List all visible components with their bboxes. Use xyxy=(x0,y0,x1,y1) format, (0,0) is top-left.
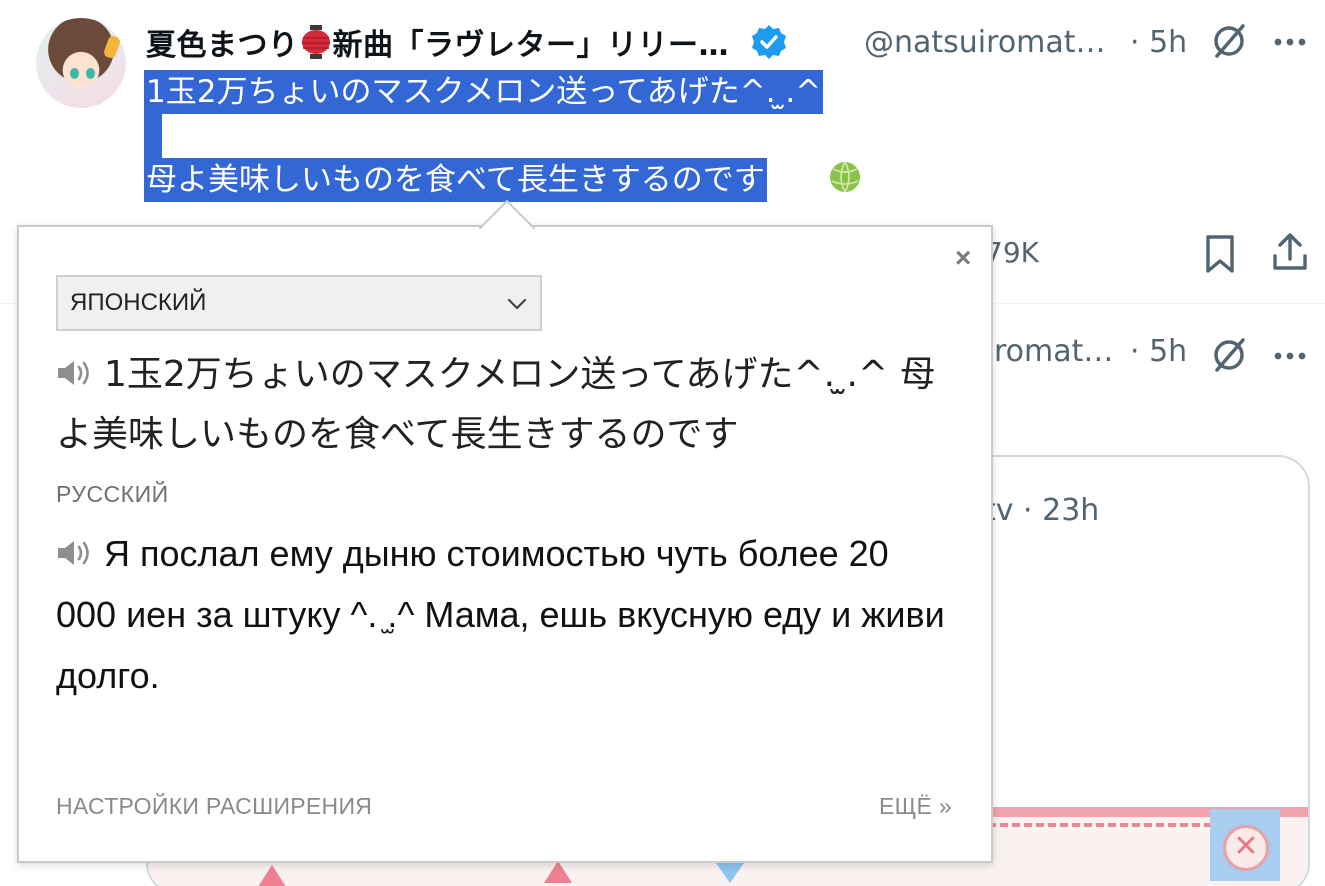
bookmark-icon[interactable] xyxy=(1200,234,1240,274)
views-count[interactable]: 79K xyxy=(985,236,1039,269)
speaker-icon[interactable] xyxy=(56,538,94,568)
tweet-time[interactable]: · 5h xyxy=(1130,20,1187,64)
close-circle-icon: ✕ xyxy=(1223,825,1269,871)
source-language-value: ЯПОНСКИЙ xyxy=(70,289,207,316)
speaker-icon[interactable] xyxy=(56,358,94,388)
verified-badge-icon[interactable] xyxy=(751,24,787,60)
extension-settings-link[interactable]: НАСТРОЙКИ РАСШИРЕНИЯ xyxy=(56,793,372,820)
tweet2-handle[interactable]: romat… xyxy=(994,334,1113,369)
tweet-text-line: 1玉2万ちょいのマスクメロン送ってあげた^. ̫.^ xyxy=(144,70,824,114)
tweet-text-blank-line xyxy=(144,114,162,158)
image-decoration xyxy=(258,865,286,886)
share-icon[interactable] xyxy=(1270,232,1310,272)
melon-emoji-icon xyxy=(830,161,860,193)
target-language-label: РУССКИЙ xyxy=(56,481,169,507)
grok-icon[interactable] xyxy=(1210,22,1248,60)
more-icon[interactable] xyxy=(1272,24,1308,60)
avatar-hair-clip xyxy=(102,34,122,60)
tweet-text-line-content: 母よ美味しいものを食べて長生きするのです xyxy=(146,162,765,198)
more-icon[interactable] xyxy=(1272,338,1308,374)
source-language-select[interactable]: ЯПОНСКИЙ xyxy=(56,275,542,331)
grok-icon[interactable] xyxy=(1210,336,1248,374)
tweet-handle[interactable]: @natsuiromat… xyxy=(864,20,1106,64)
tweet2-time[interactable]: · 5h xyxy=(1130,334,1187,369)
tweet-text-line-2: 母よ美味しいものを食べて長生きするのです xyxy=(144,158,767,202)
lantern-emoji-icon xyxy=(301,25,330,59)
more-link[interactable]: ЕЩЁ » xyxy=(879,793,952,820)
avatar[interactable] xyxy=(36,18,126,108)
tweet-header: 夏色まつり 新曲「ラヴレター」リリー… xyxy=(146,20,787,64)
image-decoration xyxy=(544,861,572,883)
image-close-graphic: ✕ xyxy=(1210,809,1280,881)
display-name[interactable]: 夏色まつり xyxy=(146,20,299,64)
chevron-down-icon xyxy=(507,298,527,310)
avatar-eye xyxy=(70,68,79,79)
image-decoration xyxy=(716,863,744,883)
translated-text: Я послал ему дыню стоимостью чуть более … xyxy=(56,523,956,706)
quoted-tweet-meta: tv · 23h xyxy=(984,493,1100,528)
close-icon[interactable]: × xyxy=(955,243,971,273)
avatar-eye xyxy=(86,68,95,79)
translation-popup: × ЯПОНСКИЙ 1玉2万ちょいのマスクメロン送ってあげた^. ̫.^ 母よ… xyxy=(17,225,993,863)
source-text-content: 1玉2万ちょいのマスクメロン送ってあげた^. ̫.^ 母よ美味しいものを食べて長… xyxy=(56,354,936,455)
display-name-suffix[interactable]: 新曲「ラヴレター」リリー… xyxy=(333,20,730,64)
translated-text-content: Я послал ему дыню стоимостью чуть более … xyxy=(56,533,945,696)
source-text: 1玉2万ちょいのマスクメロン送ってあげた^. ̫.^ 母よ美味しいものを食べて長… xyxy=(56,345,956,465)
